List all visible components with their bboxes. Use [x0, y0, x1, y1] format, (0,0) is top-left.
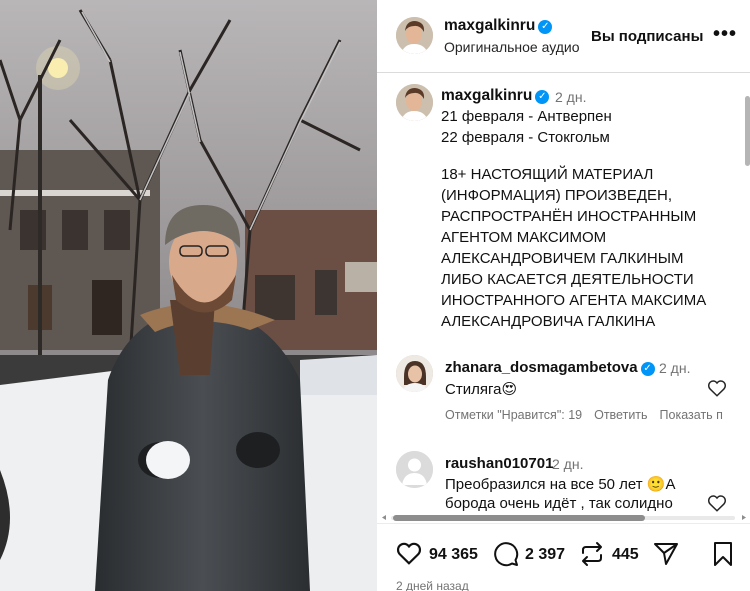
caption-avatar[interactable]	[396, 84, 433, 121]
show-translation-button[interactable]: Показать п	[660, 408, 723, 422]
post-header: maxgalkinru ✓ Оригинальное аудио Вы подпи…	[377, 0, 750, 73]
comment-time[interactable]: 2 дн.	[552, 456, 583, 472]
caption-line: 22 февраля - Стокгольм	[441, 129, 610, 146]
default-avatar-icon[interactable]	[396, 451, 433, 488]
share-send-icon[interactable]	[653, 541, 679, 567]
comment-text: Стиляга😍	[445, 381, 518, 398]
caption-line: АЛЕКСАНДРОВИЧА ГАЛКИНА	[441, 313, 656, 330]
commenter-username[interactable]: zhanara_dosmagambetova ✓	[445, 359, 655, 376]
following-button[interactable]: Вы подписаны	[591, 28, 703, 45]
action-bar: 94 365 2 397 445 2 дней назад	[377, 523, 750, 591]
caption-line: 18+ НАСТОЯЩИЙ МАТЕРИАЛ	[441, 166, 654, 183]
comment-time[interactable]: 2 дн.	[659, 360, 690, 376]
verified-badge-icon: ✓	[640, 362, 655, 376]
verified-badge-icon: ✓	[535, 90, 550, 104]
horizontal-scrollbar[interactable]	[381, 514, 747, 521]
like-heart-icon[interactable]	[396, 541, 422, 565]
author-username[interactable]: maxgalkinru ✓	[444, 17, 553, 35]
comment-text: Преобразился на все 50 лет 🙂А	[445, 476, 676, 493]
likes-count[interactable]: 94 365	[429, 546, 478, 564]
verified-badge-icon: ✓	[538, 20, 553, 34]
scrollbar-thumb[interactable]	[393, 515, 645, 521]
video-frame	[0, 0, 377, 591]
comment-likes-count[interactable]: Отметки "Нравится": 19	[445, 408, 582, 422]
comments-scrollbar[interactable]	[745, 96, 750, 166]
author-avatar[interactable]	[396, 17, 433, 54]
repost-icon[interactable]	[579, 541, 605, 567]
comment-bubble-icon[interactable]	[493, 541, 519, 567]
commenter-avatar[interactable]	[396, 355, 433, 392]
reposts-count[interactable]: 445	[612, 546, 639, 564]
save-bookmark-icon[interactable]	[712, 541, 734, 567]
audio-label[interactable]: Оригинальное аудио	[444, 39, 580, 55]
caption-username[interactable]: maxgalkinru ✓	[441, 87, 550, 105]
comment-meta: Отметки "Нравится": 19 Ответить Показать п	[445, 408, 735, 422]
caption-time[interactable]: 2 дн.	[555, 89, 586, 105]
caption-line: (ИНФОРМАЦИЯ) ПРОИЗВЕДЕН,	[441, 187, 673, 204]
comment-text: борода очень идёт , так солидно	[445, 495, 673, 512]
caption-line: АЛЕКСАНДРОВИЧЕМ ГАЛКИНЫМ	[441, 250, 684, 267]
caption-line: ИНОСТРАННОГО АГЕНТА МАКСИМА	[441, 292, 707, 309]
comment-like-heart-icon[interactable]	[707, 494, 727, 512]
caption-line: АГЕНТОМ МАКСИМОМ	[441, 229, 607, 246]
post-panel: maxgalkinru ✓ Оригинальное аудио Вы подпи…	[377, 0, 750, 591]
more-options-icon[interactable]: •••	[713, 23, 737, 46]
commenter-username[interactable]: raushan010701	[445, 455, 553, 472]
reel-video[interactable]	[0, 0, 377, 591]
comment-like-heart-icon[interactable]	[707, 379, 727, 397]
posted-time[interactable]: 2 дней назад	[396, 579, 469, 591]
reply-button[interactable]: Ответить	[594, 408, 647, 422]
caption-line: РАСПРОСТРАНЁН ИНОСТРАННЫМ	[441, 208, 697, 225]
comments-count[interactable]: 2 397	[525, 546, 565, 564]
caption-line: 21 февраля - Антверпен	[441, 108, 612, 125]
caption-line: ЛИБО КАСАЕТСЯ ДЕЯТЕЛЬНОСТИ	[441, 271, 694, 288]
